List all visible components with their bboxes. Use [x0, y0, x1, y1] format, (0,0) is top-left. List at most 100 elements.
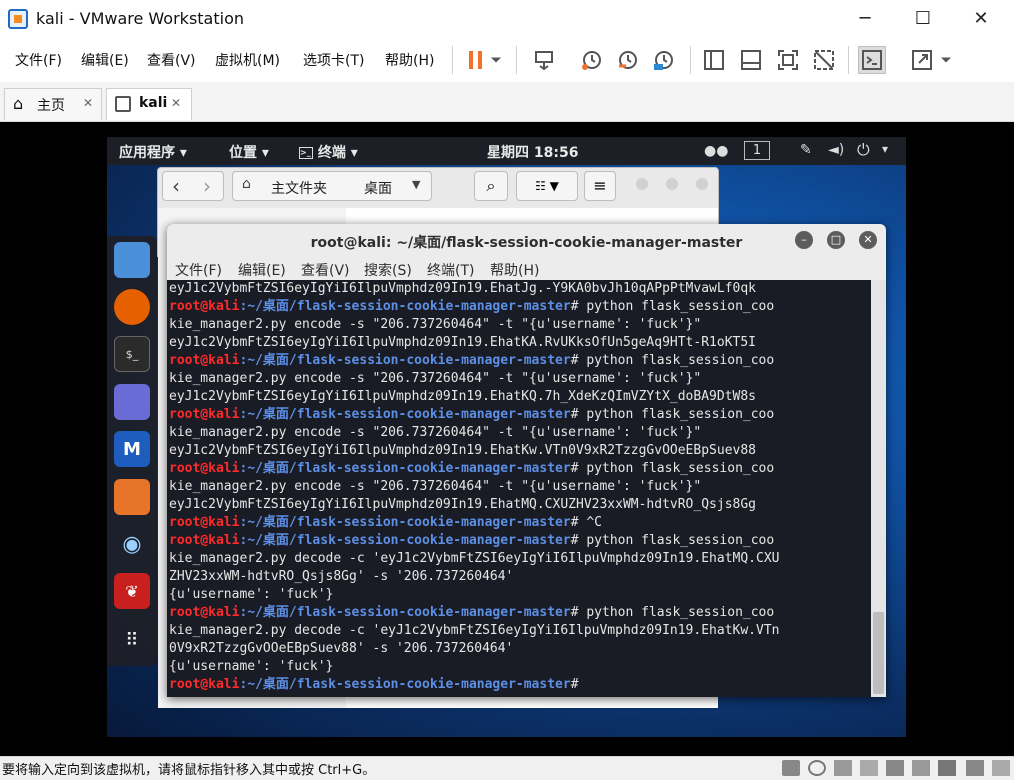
thumbnail-icon[interactable] — [737, 46, 765, 74]
pen-icon[interactable]: ✎ — [800, 142, 812, 158]
path-home[interactable]: 主文件夹 — [271, 178, 327, 198]
menu-file[interactable]: 文件(F) — [15, 50, 62, 70]
files-dock-icon[interactable] — [114, 242, 150, 278]
console-icon[interactable] — [858, 46, 886, 74]
snapshot-icon[interactable] — [578, 46, 606, 74]
window-title: kali - VMware Workstation — [36, 9, 244, 28]
maximize-button[interactable]: ☐ — [900, 0, 946, 38]
terminal-output-line: kie_manager2.py encode -s "206.737260464… — [169, 316, 871, 334]
menu-vm[interactable]: 虚拟机(M) — [215, 50, 280, 70]
close-tab-icon[interactable]: ✕ — [83, 96, 93, 110]
revert-snapshot-icon[interactable] — [614, 46, 642, 74]
tab-label: 主页 — [37, 98, 65, 114]
menu-edit[interactable]: 编辑(E) — [81, 50, 129, 70]
tab-kali[interactable]: kali ✕ — [106, 88, 192, 120]
toolbar-divider — [848, 46, 849, 74]
terminal-menu-view[interactable]: 查看(V) — [301, 260, 350, 280]
command-text: # python flask_session_coo — [570, 353, 775, 368]
minimize-icon[interactable]: – — [795, 231, 813, 249]
close-button[interactable]: ✕ — [958, 0, 1004, 38]
tab-home[interactable]: ⌂ 主页 ✕ — [4, 88, 102, 120]
terminal-menu-edit[interactable]: 编辑(E) — [238, 260, 286, 280]
sidebar-icon[interactable] — [700, 46, 728, 74]
prompt-user: root@kali — [169, 299, 240, 314]
usb-icon[interactable] — [860, 760, 878, 776]
close-icon[interactable] — [696, 178, 708, 190]
stretch-icon[interactable] — [908, 46, 936, 74]
fullscreen-icon[interactable] — [774, 46, 802, 74]
message-icon[interactable] — [966, 760, 984, 776]
firefox-icon[interactable] — [114, 289, 150, 325]
path-desktop[interactable]: 桌面 — [364, 178, 392, 198]
terminal-output-line: eyJ1c2VybmFtZSI6eyIgYiI6IlpuVmphdz09In19… — [169, 280, 871, 298]
menu-tabs[interactable]: 选项卡(T) — [303, 50, 364, 70]
terminal-menu-help[interactable]: 帮助(H) — [490, 260, 539, 280]
view-options-icon[interactable]: ☷ ▼ — [516, 171, 578, 201]
power-icon[interactable]: ⏻ — [857, 140, 870, 160]
chevron-down-icon[interactable] — [486, 46, 506, 74]
terminal-output[interactable]: eyJ1c2VybmFtZSI6eyIgYiI6IlpuVmphdz09In19… — [167, 280, 871, 697]
chevron-down-icon[interactable]: ▼ — [412, 178, 420, 191]
cd-icon[interactable] — [808, 760, 826, 776]
terminal-menu-terminal[interactable]: 终端(T) — [427, 260, 474, 280]
app-grid-icon[interactable]: ⠿ — [114, 622, 150, 658]
forward-button[interactable]: › — [203, 174, 211, 198]
terminal-menu-search[interactable]: 搜索(S) — [364, 260, 412, 280]
burpsuite-icon[interactable] — [114, 479, 150, 515]
terminal-output-line: kie_manager2.py encode -s "206.737260464… — [169, 424, 871, 442]
terminal-output-line: ZHV23xxWM-hdtvRO_Qsjs8Gg' -s '206.737260… — [169, 568, 871, 586]
scrollbar-thumb[interactable] — [873, 612, 884, 694]
sound-icon[interactable] — [886, 760, 904, 776]
prompt-user: root@kali — [169, 605, 240, 620]
terminal-dock-icon[interactable]: $_ — [114, 336, 150, 372]
terminal-prompt-line: root@kali:~/桌面/flask-session-cookie-mana… — [169, 406, 871, 424]
vmware-logo-icon — [8, 9, 28, 29]
terminal-app-menu[interactable]: >_ 终端 ▾ — [299, 142, 358, 162]
display-icon[interactable] — [938, 760, 956, 776]
text-editor-icon[interactable] — [114, 384, 150, 420]
prompt-path: :~/桌面/flask-session-cookie-manager-maste… — [239, 605, 571, 620]
command-text: # ^C — [570, 515, 603, 530]
send-keys-icon[interactable] — [530, 46, 558, 74]
volume-icon[interactable]: ◄) — [828, 142, 844, 158]
prompt-user: root@kali — [169, 407, 240, 422]
eye-icon[interactable]: ◉ — [114, 526, 150, 562]
toolbar-divider — [690, 46, 691, 74]
workspace-indicator[interactable]: 1 — [744, 141, 770, 160]
maximize-icon[interactable] — [666, 178, 678, 190]
chevron-down-icon[interactable] — [936, 46, 956, 74]
chevron-down-icon[interactable]: ▾ — [882, 142, 888, 156]
command-text: # python flask_session_coo — [570, 605, 775, 620]
terminal-title: root@kali: ~/桌面/flask-session-cookie-man… — [310, 235, 743, 251]
applications-menu[interactable]: 应用程序 ▾ — [119, 142, 187, 162]
search-icon[interactable]: ⌕ — [474, 171, 508, 201]
printer-icon[interactable] — [912, 760, 930, 776]
places-menu[interactable]: 位置 ▾ — [229, 142, 269, 162]
output-text: kie_manager2.py encode -s "206.737260464… — [169, 317, 702, 332]
close-icon[interactable]: ✕ — [859, 231, 877, 249]
menu-help[interactable]: 帮助(H) — [385, 50, 434, 70]
metasploit-icon[interactable]: M — [114, 431, 150, 467]
cherrytree-icon[interactable]: ❦ — [114, 573, 150, 609]
output-text: eyJ1c2VybmFtZSI6eyIgYiI6IlpuVmphdz09In19… — [169, 335, 756, 350]
snapshot-manager-icon[interactable] — [650, 46, 678, 74]
prompt-path: :~/桌面/flask-session-cookie-manager-maste… — [239, 533, 571, 548]
terminal-lines: eyJ1c2VybmFtZSI6eyIgYiI6IlpuVmphdz09In19… — [167, 280, 871, 694]
hdd-icon[interactable] — [782, 760, 800, 776]
output-text: eyJ1c2VybmFtZSI6eyIgYiI6IlpuVmphdz09In19… — [169, 443, 756, 458]
output-text: eyJ1c2VybmFtZSI6eyIgYiI6IlpuVmphdz09In19… — [169, 281, 756, 296]
close-tab-icon[interactable]: ✕ — [171, 96, 181, 110]
resize-grip-icon[interactable] — [992, 760, 1010, 776]
back-button[interactable]: ‹ — [172, 174, 180, 198]
unity-icon[interactable] — [810, 46, 838, 74]
people-icon[interactable]: ●● — [704, 143, 728, 159]
minimize-button[interactable]: ─ — [842, 0, 888, 38]
terminal-menu-file[interactable]: 文件(F) — [175, 260, 222, 280]
minimize-icon[interactable] — [636, 178, 648, 190]
menu-view[interactable]: 查看(V) — [147, 50, 196, 70]
clock[interactable]: 星期四 18:56 — [487, 142, 578, 162]
network-icon[interactable] — [834, 760, 852, 776]
path-bar — [232, 171, 432, 201]
maximize-icon[interactable]: □ — [827, 231, 845, 249]
menu-icon[interactable]: ≡ — [584, 171, 616, 201]
